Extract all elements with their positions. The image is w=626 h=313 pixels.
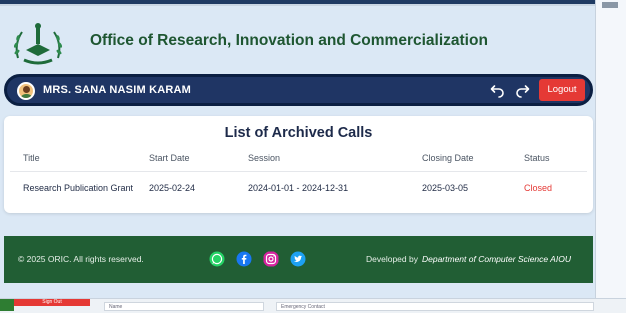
column-header-status: Status xyxy=(524,153,550,163)
facebook-icon[interactable] xyxy=(236,251,252,267)
instagram-icon[interactable] xyxy=(263,251,279,267)
university-logo-icon xyxy=(13,23,63,65)
department-link[interactable]: Department of Computer Science AIOU xyxy=(422,254,571,264)
avatar[interactable] xyxy=(17,82,35,100)
site-title: Office of Research, Innovation and Comme… xyxy=(90,32,488,49)
whatsapp-icon[interactable] xyxy=(209,251,225,267)
emergency-contact-field[interactable]: Emergency Contact xyxy=(276,302,594,311)
column-header-title: Title xyxy=(23,153,40,163)
column-header-closing-date: Closing Date xyxy=(422,153,474,163)
developer-credit: Developed by Department of Computer Scien… xyxy=(366,254,571,264)
card-title: List of Archived Calls xyxy=(224,125,373,141)
cell-start-date: 2025-02-24 xyxy=(149,183,196,193)
top-navbar: MRS. SANA NASIM KARAM Logout xyxy=(4,74,593,106)
footer: © 2025 ORIC. All rights reserved. Develo… xyxy=(4,236,593,283)
right-scrollbar[interactable] xyxy=(595,0,626,312)
underlying-page-strip: Sign Out Name Emergency Contact xyxy=(0,298,626,313)
strip-accent xyxy=(0,299,14,311)
cell-session: 2024-01-01 - 2024-12-31 xyxy=(248,183,349,193)
developed-by-label: Developed by xyxy=(366,254,418,264)
redo-icon[interactable] xyxy=(515,82,533,100)
archived-calls-card: List of Archived Calls Title Start Date … xyxy=(4,116,593,213)
sign-out-button[interactable]: Sign Out xyxy=(14,299,90,306)
logout-button[interactable]: Logout xyxy=(539,79,585,101)
user-name: MRS. SANA NASIM KARAM xyxy=(43,84,192,96)
cell-title: Research Publication Grant xyxy=(23,183,134,193)
undo-icon[interactable] xyxy=(487,82,505,100)
copyright-text: © 2025 ORIC. All rights reserved. xyxy=(18,254,144,264)
twitter-icon[interactable] xyxy=(290,251,306,267)
scrollbar-thumb[interactable] xyxy=(602,2,618,8)
page: Office of Research, Innovation and Comme… xyxy=(0,6,594,298)
status-badge: Closed xyxy=(524,183,553,193)
table-divider xyxy=(10,171,587,172)
column-header-start-date: Start Date xyxy=(149,153,190,163)
name-field[interactable]: Name xyxy=(104,302,264,311)
column-header-session: Session xyxy=(248,153,281,163)
cell-closing-date: 2025-03-05 xyxy=(422,183,469,193)
